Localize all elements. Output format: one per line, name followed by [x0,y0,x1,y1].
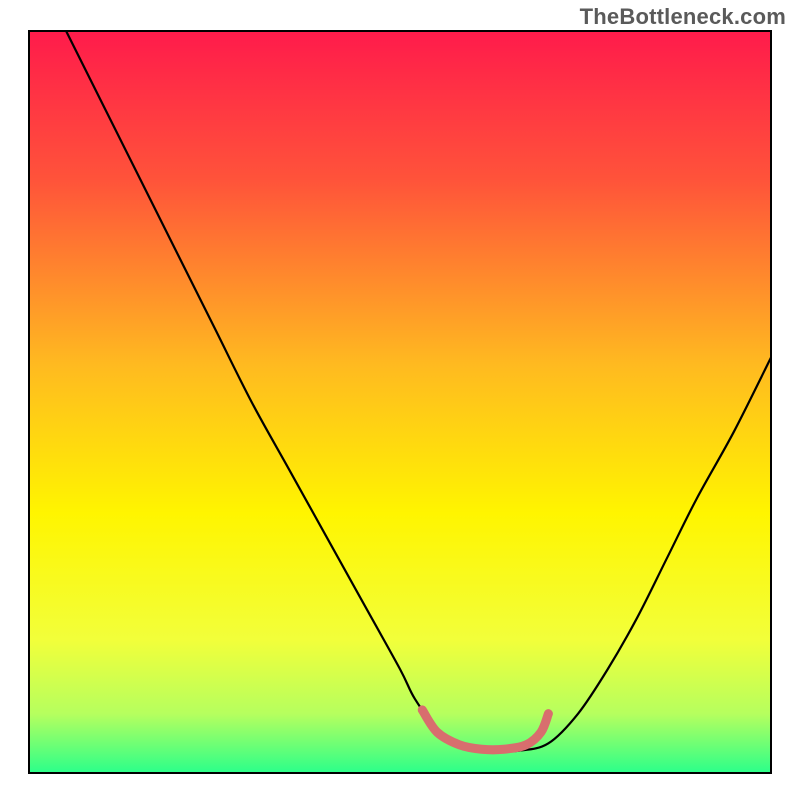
plot-background [29,31,771,773]
watermark-text: TheBottleneck.com [580,4,786,30]
bottleneck-chart [0,0,800,800]
chart-svg [0,0,800,800]
